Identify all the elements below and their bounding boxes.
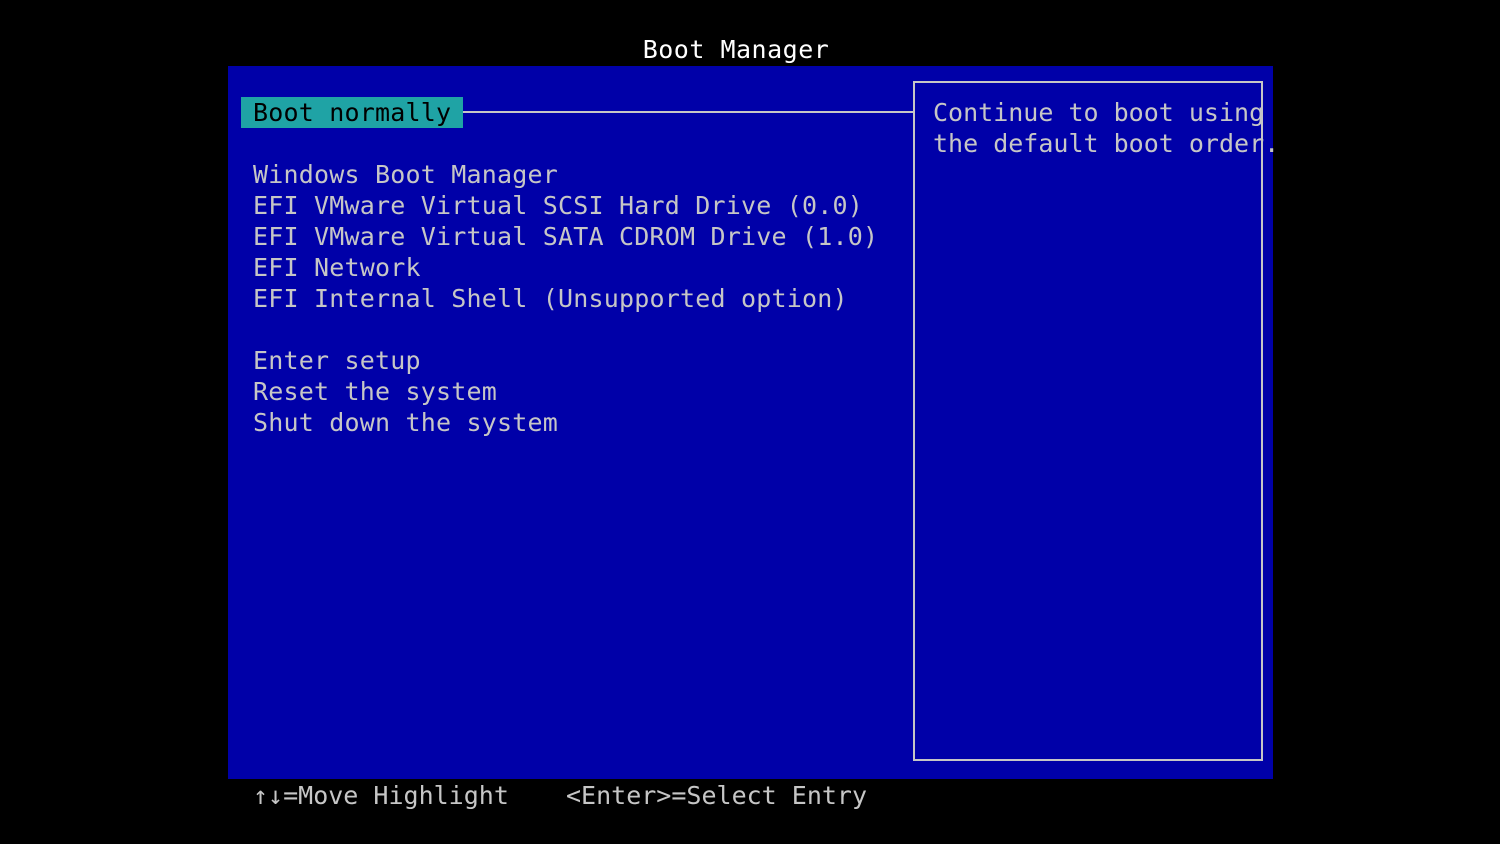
menu-item-enter-setup[interactable]: Enter setup [253, 345, 421, 376]
boot-manager-panel: Boot normally Windows Boot Manager EFI V… [228, 66, 1280, 779]
help-text: Continue to boot using the default boot … [933, 97, 1280, 159]
menu-item-efi-internal-shell[interactable]: EFI Internal Shell (Unsupported option) [253, 283, 848, 314]
help-line: the default boot order. [933, 129, 1280, 158]
help-panel: Continue to boot using the default boot … [913, 81, 1280, 761]
menu-item-reset-system[interactable]: Reset the system [253, 376, 497, 407]
help-line: Continue to boot using [933, 98, 1265, 127]
menu-item-windows-boot-manager[interactable]: Windows Boot Manager [253, 159, 558, 190]
screen-title: Boot Manager [642, 35, 830, 64]
menu-item-shut-down-system[interactable]: Shut down the system [253, 407, 558, 438]
menu-item-boot-normally[interactable]: Boot normally [241, 97, 464, 128]
selection-divider-line [437, 111, 913, 113]
menu-item-efi-sata-cdrom-drive[interactable]: EFI VMware Virtual SATA CDROM Drive (1.0… [253, 221, 878, 252]
menu-item-efi-scsi-hard-drive[interactable]: EFI VMware Virtual SCSI Hard Drive (0.0) [253, 190, 863, 221]
menu-item-efi-network[interactable]: EFI Network [253, 252, 421, 283]
select-entry-hint: <Enter>=Select Entry [566, 781, 868, 810]
move-highlight-hint: ↑↓=Move Highlight [253, 781, 509, 810]
